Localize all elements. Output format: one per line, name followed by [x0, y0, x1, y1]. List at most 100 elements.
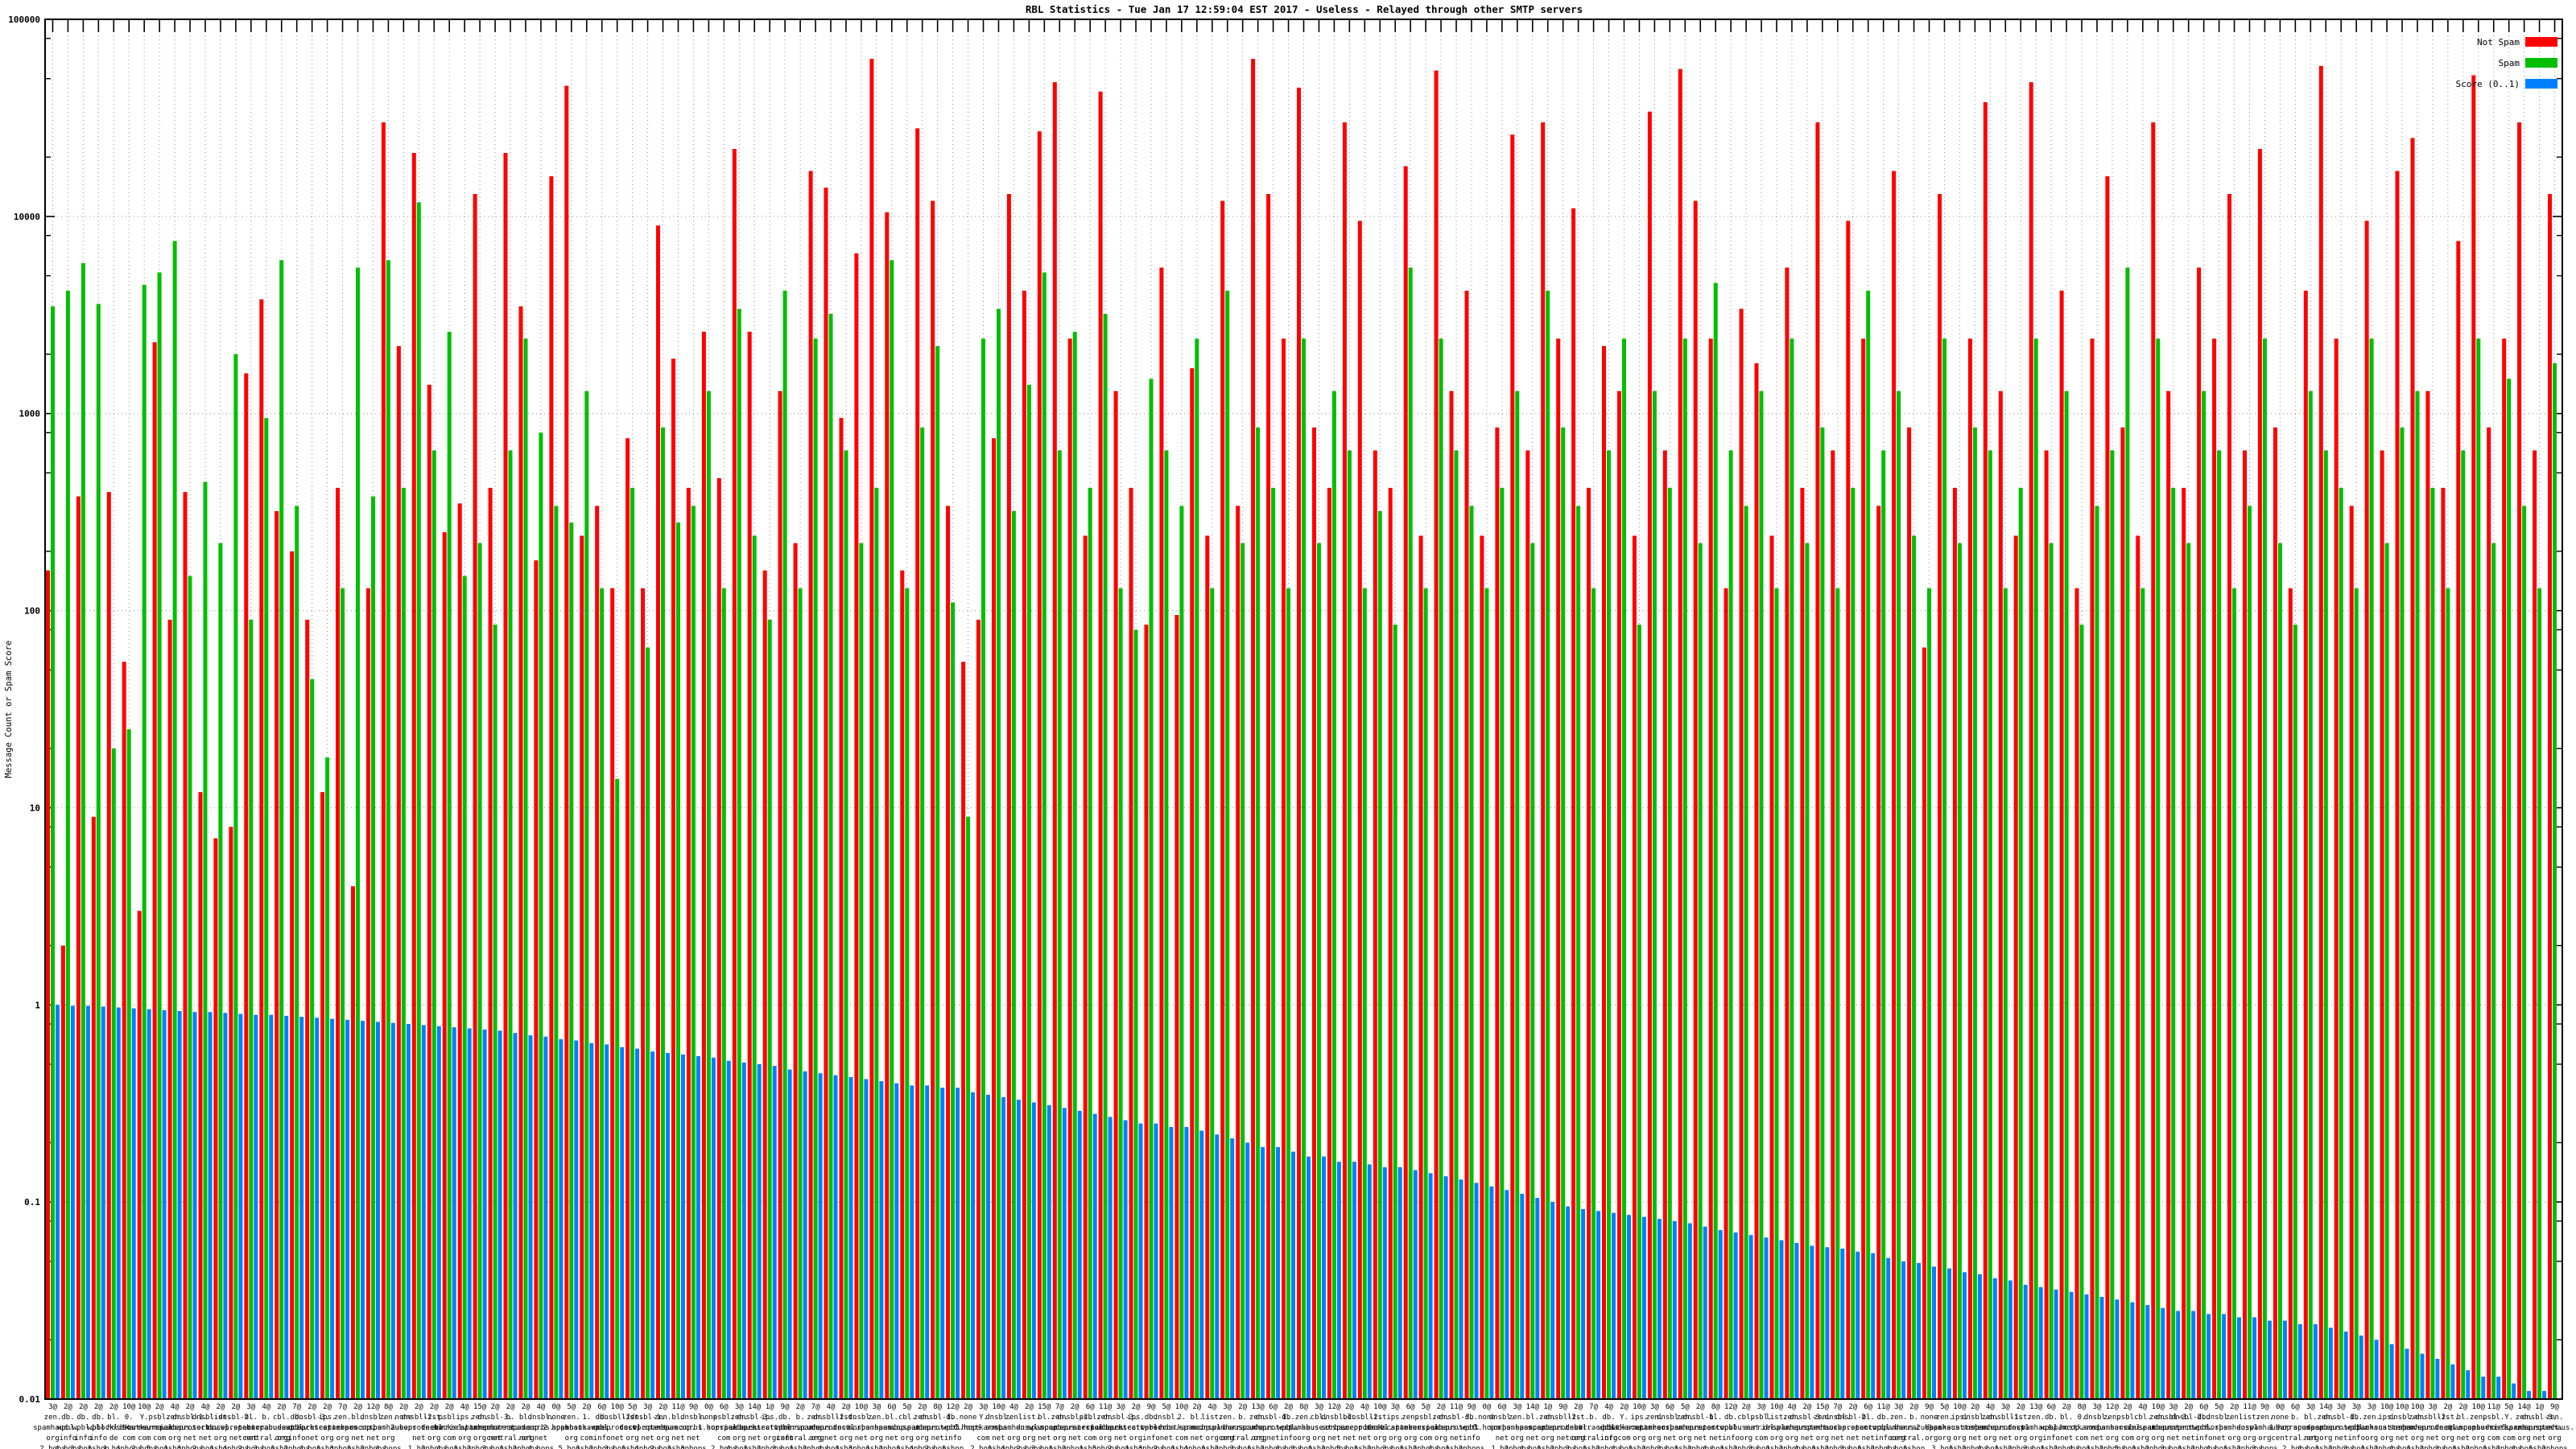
y-tick-label: 1000 [19, 409, 41, 419]
x-tick-label-line: 0@ [1482, 1403, 1491, 1411]
x-tick-label-line: org [1206, 1435, 1219, 1443]
bar-notspam [2289, 588, 2293, 1399]
bar-spam [2370, 339, 2374, 1399]
x-tick-label-line: zen. [2027, 1414, 2045, 1422]
bar-spam [1119, 588, 1123, 1399]
bar-spam [1042, 272, 1046, 1399]
bar-score [1932, 1266, 1936, 1399]
x-tick-label-line: 1@ [2535, 1403, 2544, 1411]
x-tick-label-line: 2@ [1620, 1403, 1629, 1411]
x-tick-label-line: db. [92, 1414, 105, 1422]
bar-score [1780, 1241, 1784, 1399]
bar-score [1459, 1179, 1463, 1399]
bar-spam [1348, 451, 1352, 1400]
x-tick-label-line: net [1831, 1435, 1844, 1443]
x-tick-label-line: 5@ [902, 1403, 911, 1411]
bar-score [2176, 1311, 2180, 1400]
bar-score [1169, 1127, 1173, 1399]
bar-notspam [1678, 69, 1682, 1399]
bar-score [1291, 1152, 1295, 1399]
bar-notspam [702, 332, 706, 1399]
bar-spam [707, 391, 711, 1399]
x-tick-label-line: net [1266, 1435, 1279, 1443]
bar-score [1917, 1263, 1921, 1399]
x-tick-label-line: 2@ [1132, 1403, 1141, 1411]
bar-notspam [2365, 221, 2369, 1399]
x-tick-label-line: spamhaus. [2535, 1424, 2574, 1432]
x-tick-label-line: 7@ [811, 1403, 820, 1411]
x-tick-label-line: org [1053, 1435, 1066, 1443]
bar-notspam [1663, 451, 1667, 1400]
bar-spam [2278, 543, 2282, 1399]
bar-score [1398, 1167, 1402, 1399]
bar-spam [859, 543, 863, 1399]
x-tick-label-line: org [2014, 1435, 2027, 1443]
x-tick-label-line: 3@ [2306, 1403, 2315, 1411]
bar-notspam [2120, 427, 2124, 1399]
bar-score [1337, 1162, 1341, 1399]
bar-notspam [1251, 59, 1255, 1399]
x-tick-label-line: 15@ [473, 1403, 487, 1411]
bar-score [2542, 1391, 2546, 1399]
bar-spam [218, 543, 222, 1399]
x-tick-label-line: 2@ [1025, 1403, 1034, 1411]
x-tick-label-line: org [1633, 1435, 1645, 1443]
x-tick-label-line: net [992, 1435, 1005, 1443]
bar-score [238, 1014, 242, 1400]
x-tick-label-line: 6@ [887, 1403, 896, 1411]
x-tick-label-line: 4@ [1787, 1403, 1796, 1411]
bar-score [299, 1017, 303, 1399]
bar-score [666, 1053, 670, 1399]
x-tick-label-line: 5@ [2504, 1403, 2513, 1411]
bar-notspam [564, 86, 568, 1399]
x-tick-label-line: org [840, 1435, 852, 1443]
bar-spam [2004, 588, 2008, 1399]
bar-spam [2522, 506, 2526, 1399]
x-tick-label-line: org [1770, 1435, 1783, 1443]
x-tick-label-line: 2. [1177, 1414, 1186, 1422]
rbl-statistics-chart: RBL Statistics - Tue Jan 17 12:59:04 EST… [0, 0, 2576, 1449]
bar-notspam [2227, 194, 2231, 1399]
x-tick-label-line: org [320, 1435, 333, 1443]
bar-spam [1225, 291, 1229, 1399]
bar-score [1078, 1111, 1082, 1399]
bar-spam [1393, 625, 1397, 1399]
x-tick-label-line: org [382, 1435, 394, 1443]
bar-spam [1637, 625, 1641, 1399]
x-tick-label-line: org [2319, 1435, 2332, 1443]
bar-spam [2476, 339, 2480, 1399]
x-tick-label-line: 2@ [155, 1403, 164, 1411]
bar-spam [691, 506, 696, 1399]
x-tick-label-line: org [1129, 1435, 1142, 1443]
x-tick-label-line: net [1557, 1435, 1570, 1443]
x-tick-label-line: zen. [1509, 1414, 1526, 1422]
x-tick-label-line: 10@ [611, 1403, 625, 1411]
bar-spam [448, 332, 452, 1399]
bar-notspam [1297, 88, 1301, 1399]
bar-notspam [1709, 339, 1713, 1399]
bar-score [1108, 1117, 1113, 1400]
bar-score [2329, 1327, 2333, 1399]
y-tick-label: 10000 [14, 212, 40, 222]
bar-notspam [1770, 536, 1774, 1400]
x-tick-label-line: com [153, 1435, 166, 1443]
x-tick-label-line: org [2365, 1435, 2378, 1443]
x-tick-label-line: net [519, 1435, 532, 1443]
bar-spam [799, 588, 803, 1399]
bar-spam [2217, 451, 2221, 1400]
bar-spam [1561, 427, 1565, 1399]
x-tick-label-line: 3@ [48, 1403, 57, 1411]
x-tick-label-line: 7@ [1833, 1403, 1842, 1411]
bar-spam [2080, 625, 2084, 1399]
bar-score [1794, 1243, 1798, 1399]
x-tick-label-line: 2@ [522, 1403, 530, 1411]
x-tick-label-line: bl. [2304, 1414, 2317, 1422]
x-tick-label-line: com [138, 1435, 151, 1443]
bar-notspam [1053, 82, 1057, 1399]
y-tick-label: 10 [30, 803, 40, 813]
x-tick-label-line: 2@ [79, 1403, 88, 1411]
x-tick-label-line: org [809, 1435, 822, 1443]
bar-score [1825, 1247, 1829, 1399]
x-tick-label-line: 2@ [353, 1403, 362, 1411]
bar-score [650, 1051, 654, 1399]
